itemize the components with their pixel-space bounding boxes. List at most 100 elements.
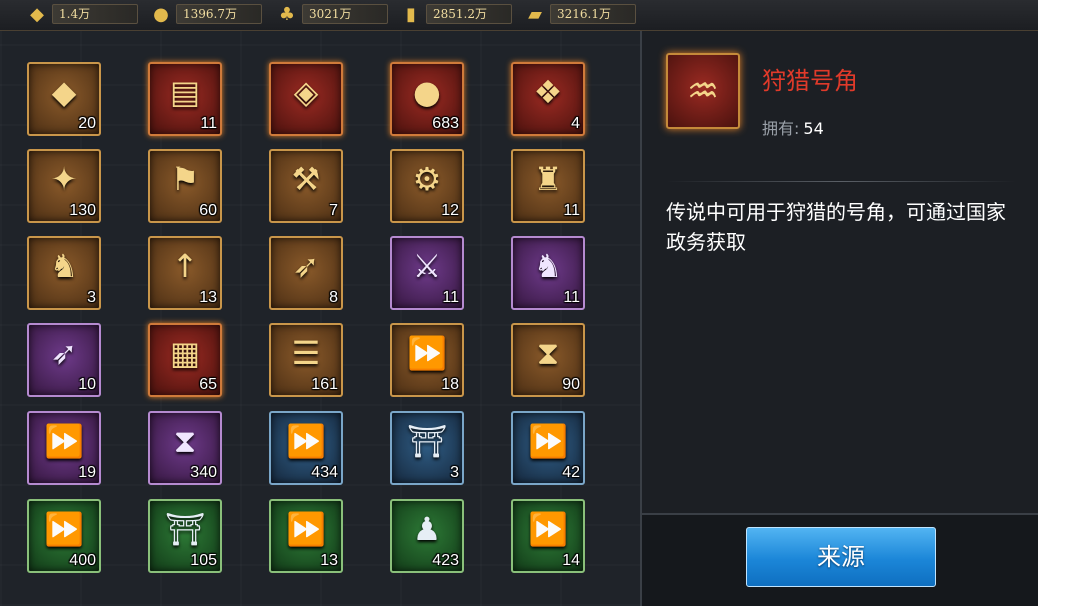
bow-scroll-icon: ➶ xyxy=(292,247,320,285)
resource-value: 2851.2万 xyxy=(426,4,512,24)
item-slot[interactable]: ⏩ 19 xyxy=(27,411,101,485)
item-count: 340 xyxy=(190,464,217,481)
item-slot[interactable]: ⚒ 7 xyxy=(269,149,343,223)
item-count: 13 xyxy=(199,289,217,306)
item-slot[interactable]: ♞ 3 xyxy=(27,236,101,310)
building-speedup-icon: ⛩ xyxy=(164,510,206,548)
item-count: 18 xyxy=(441,376,459,393)
item-grid-panel[interactable]: ◆ 20 ▤ 11 ◈ ● 683 ❖ 4 ✦ 130 ⚑ 60 ⚒ 7 ⚙ 12 ♜ 11 ♞ 3 ↑ 13 ➶ 8 ⚔ 11 ♞ 1… xyxy=(0,31,642,606)
archer-scroll-icon: ➶ xyxy=(50,334,78,372)
item-count: 60 xyxy=(199,202,217,219)
grain-sack-icon: ♣ xyxy=(278,3,296,25)
item-count: 4 xyxy=(571,115,580,132)
item-count: 11 xyxy=(563,202,580,219)
speedup-icon: ⏩ xyxy=(528,510,568,548)
gold-orb-icon: ● xyxy=(413,73,441,111)
item-count: 130 xyxy=(69,202,96,219)
item-slot[interactable]: ◆ 20 xyxy=(27,62,101,136)
item-slot[interactable]: ◈ xyxy=(269,62,343,136)
item-count: 423 xyxy=(432,552,459,569)
item-slot[interactable]: ➶ 10 xyxy=(27,323,101,397)
speedup-icon: ⏩ xyxy=(44,510,84,548)
item-slot[interactable]: ↑ 13 xyxy=(148,236,222,310)
item-slot[interactable]: ● 683 xyxy=(390,62,464,136)
item-count: 19 xyxy=(78,464,96,481)
item-slot[interactable]: ⚑ 60 xyxy=(148,149,222,223)
resource-item: ▮ 2851.2万 xyxy=(396,2,512,26)
owned-label: 拥有: xyxy=(762,119,800,138)
resource-value: 1.4万 xyxy=(52,4,138,24)
hourglass-icon: ⧗ xyxy=(536,333,560,372)
jade-pouch-icon: ❖ xyxy=(533,73,563,111)
item-description: 传说中可用于狩猎的号角，可通过国家政务获取 xyxy=(666,200,1006,254)
item-count: 7 xyxy=(329,202,338,219)
item-slot[interactable]: ➶ 8 xyxy=(269,236,343,310)
equip-speedup-icon: ⏩ xyxy=(528,422,568,460)
horn-glyph: ♒ xyxy=(686,70,720,112)
item-slot[interactable]: ⧗ 340 xyxy=(148,411,222,485)
action-bar: 来源 xyxy=(642,513,1038,606)
rename-card-icon: ▤ xyxy=(169,73,201,111)
item-slot[interactable]: ⏩ 434 xyxy=(269,411,343,485)
item-count: 10 xyxy=(78,376,96,393)
item-detail-panel: ♒ 狩猎号角 拥有: 54 传说中可用于狩猎的号角，可通过国家政务获取 xyxy=(642,31,1038,513)
item-count: 683 xyxy=(432,115,459,132)
item-count: 3 xyxy=(87,289,96,306)
item-slot[interactable]: ▤ 11 xyxy=(148,62,222,136)
item-slot[interactable]: ⏩ 13 xyxy=(269,499,343,573)
item-slot[interactable]: ⛩ 105 xyxy=(148,499,222,573)
item-count: 12 xyxy=(441,202,459,219)
item-count: 90 xyxy=(562,376,580,393)
wood-log-icon: ▮ xyxy=(406,3,416,25)
item-slot[interactable]: ⧗ 90 xyxy=(511,323,585,397)
resource-item: ◆ 1.4万 xyxy=(22,2,138,26)
item-slot[interactable]: ❖ 4 xyxy=(511,62,585,136)
item-count: 20 xyxy=(78,115,96,132)
item-count: 8 xyxy=(329,289,338,306)
resource-item: ● 1396.7万 xyxy=(146,2,262,26)
resource-bar: ◆ 1.4万 ● 1396.7万 ♣ 3021万 ▮ 2851.2万 ▰ 3216.1万 xyxy=(0,0,1038,31)
owned-value: 54 xyxy=(803,119,824,138)
equip-speedup-icon: ⏩ xyxy=(44,422,84,460)
item-count: 161 xyxy=(311,376,338,393)
item-slot[interactable]: ♜ 11 xyxy=(511,149,585,223)
item-count: 3 xyxy=(450,464,459,481)
hourglass-icon: ⧗ xyxy=(173,421,197,460)
speedup-icon: ⏩ xyxy=(286,422,326,460)
item-slot[interactable]: ⚔ 11 xyxy=(390,236,464,310)
spear-scroll-icon: ↑ xyxy=(171,247,199,285)
fortress-pouch-icon: ♜ xyxy=(533,160,563,198)
catapult-pouch-icon: ⚒ xyxy=(291,160,321,198)
resource-value: 1396.7万 xyxy=(176,4,262,24)
resource-item: ♣ 3021万 xyxy=(272,2,388,26)
ore-icon: ◆ xyxy=(51,73,77,111)
speedup-icon: ⏩ xyxy=(407,334,447,372)
item-slot[interactable]: ⏩ 400 xyxy=(27,499,101,573)
item-count: 105 xyxy=(190,552,217,569)
item-count: 11 xyxy=(442,289,459,306)
item-slot[interactable]: ⚙ 12 xyxy=(390,149,464,223)
iron-ingot-icon: ▰ xyxy=(528,3,542,25)
jade-book-icon: ▦ xyxy=(169,334,201,372)
source-button[interactable]: 来源 xyxy=(746,527,936,587)
item-slot[interactable]: ♟ 423 xyxy=(390,499,464,573)
owned-count: 拥有: 54 xyxy=(762,115,824,139)
scroll-bundle-icon: ☰ xyxy=(291,334,321,372)
cavalry-scroll-icon: ♞ xyxy=(49,247,79,285)
item-slot[interactable]: ✦ 130 xyxy=(27,149,101,223)
item-count: 65 xyxy=(199,376,217,393)
gold-ingot-icon: ◆ xyxy=(30,3,44,25)
cannon-pouch-icon: ⚙ xyxy=(412,160,442,198)
item-slot[interactable]: ⏩ 18 xyxy=(390,323,464,397)
building-speedup-icon: ⛩ xyxy=(406,422,448,460)
item-slot[interactable]: ♞ 11 xyxy=(511,236,585,310)
flag-icon: ⚑ xyxy=(170,160,200,198)
item-slot[interactable]: ⛩ 3 xyxy=(390,411,464,485)
sword-scroll-icon: ⚔ xyxy=(412,247,442,285)
item-slot[interactable]: ⏩ 42 xyxy=(511,411,585,485)
item-slot[interactable]: ☰ 161 xyxy=(269,323,343,397)
item-slot[interactable]: ⏩ 14 xyxy=(511,499,585,573)
item-slot[interactable]: ▦ 65 xyxy=(148,323,222,397)
horn-icon: ♒ xyxy=(666,53,740,129)
item-count: 42 xyxy=(562,464,580,481)
